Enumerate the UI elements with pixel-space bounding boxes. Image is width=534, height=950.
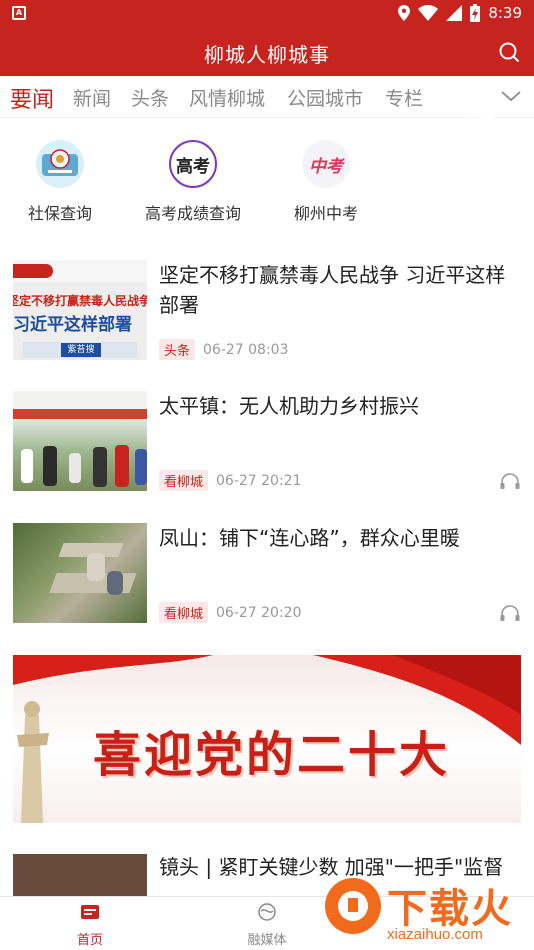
status-bar: A 8:39 — [0, 0, 534, 28]
quick-link-gaokao[interactable]: 高考 高考成绩查询 — [132, 140, 254, 224]
news-item[interactable]: 凤山：铺下“连心路”，群众心里暖 看柳城 06-27 20:20 — [13, 523, 521, 625]
tab-toutiao[interactable]: 头条 — [131, 84, 169, 111]
watermark-logo: 下载火 xiazaihuo.com — [315, 870, 534, 950]
social-security-icon — [36, 140, 84, 188]
tab-fengqing-liucheng[interactable]: 风情柳城 — [189, 84, 265, 111]
tab-yaowen[interactable]: 要闻 — [10, 82, 54, 114]
home-icon — [81, 905, 99, 919]
nav-home[interactable]: 首页 — [50, 903, 130, 948]
quick-link-zhongkao[interactable]: 中考 柳州中考 — [286, 140, 366, 224]
news-tag: 看柳城 — [159, 470, 209, 491]
battery-charging-icon — [470, 4, 481, 22]
news-headline: 凤山：铺下“连心路”，群众心里暖 — [159, 526, 460, 550]
news-tag: 看柳城 — [159, 602, 209, 623]
news-meta: 看柳城 06-27 20:21 — [159, 470, 302, 491]
app-notification-icon: A — [12, 6, 26, 20]
news-meta: 看柳城 06-27 20:20 — [159, 602, 302, 623]
news-thumbnail — [13, 391, 147, 491]
download-icon — [325, 878, 381, 934]
news-item[interactable]: 太平镇：无人机助力乡村振兴 看柳城 06-27 20:21 — [13, 391, 521, 493]
news-time: 06-27 20:20 — [216, 604, 302, 621]
news-thumbnail — [13, 854, 147, 902]
wifi-icon — [418, 5, 439, 21]
quick-links: 社保查询 高考 高考成绩查询 中考 柳州中考 — [0, 140, 534, 230]
promo-banner[interactable]: 喜迎党的二十大 — [13, 655, 521, 823]
media-icon — [258, 903, 276, 921]
news-tag: 头条 — [159, 339, 196, 360]
news-headline: 太平镇：无人机助力乡村振兴 — [159, 394, 419, 418]
location-icon — [398, 5, 411, 21]
tab-xinwen[interactable]: 新闻 — [73, 84, 111, 111]
headphones-icon[interactable] — [499, 471, 521, 491]
quick-link-label: 柳州中考 — [293, 204, 358, 223]
tab-zhuanlan[interactable]: 专栏 — [385, 84, 423, 111]
search-icon[interactable] — [498, 41, 520, 63]
news-thumbnail: 坚定不移打赢禁毒人民战争 习近平这样部署 紫苔搜 — [13, 260, 147, 360]
nav-media[interactable]: 融媒体 — [227, 903, 307, 948]
news-headline: 坚定不移打赢禁毒人民战争 习近平这样部署 — [159, 263, 506, 317]
news-meta: 头条 06-27 08:03 — [159, 339, 289, 360]
banner-text: 喜迎党的二十大 — [93, 727, 451, 783]
quick-link-label: 社保查询 — [27, 204, 92, 223]
watermark-url: xiazaihuo.com — [387, 926, 483, 943]
news-time: 06-27 08:03 — [203, 341, 289, 358]
zhongkao-icon: 中考 — [302, 140, 350, 188]
app-header: 柳城人柳城事 — [0, 28, 534, 76]
quick-link-social-security[interactable]: 社保查询 — [20, 140, 100, 224]
channel-tabs: 要闻 新闻 头条 风情柳城 公园城市 专栏 — [0, 76, 534, 118]
chevron-down-icon[interactable] — [500, 88, 522, 104]
signal-icon — [446, 5, 463, 21]
news-item[interactable]: 坚定不移打赢禁毒人民战争 习近平这样部署 紫苔搜 坚定不移打赢禁毒人民战争 习近… — [13, 260, 521, 362]
quick-link-label: 高考成绩查询 — [144, 204, 241, 223]
headphones-icon[interactable] — [499, 603, 521, 623]
page-title: 柳城人柳城事 — [204, 43, 330, 67]
status-time: 8:39 — [488, 4, 522, 22]
nav-label: 首页 — [76, 933, 103, 948]
gaokao-icon: 高考 — [169, 140, 217, 188]
news-time: 06-27 20:21 — [216, 472, 302, 489]
tab-gongyuan-chengshi[interactable]: 公园城市 — [287, 84, 363, 111]
nav-label: 融媒体 — [247, 933, 287, 948]
news-thumbnail — [13, 523, 147, 623]
